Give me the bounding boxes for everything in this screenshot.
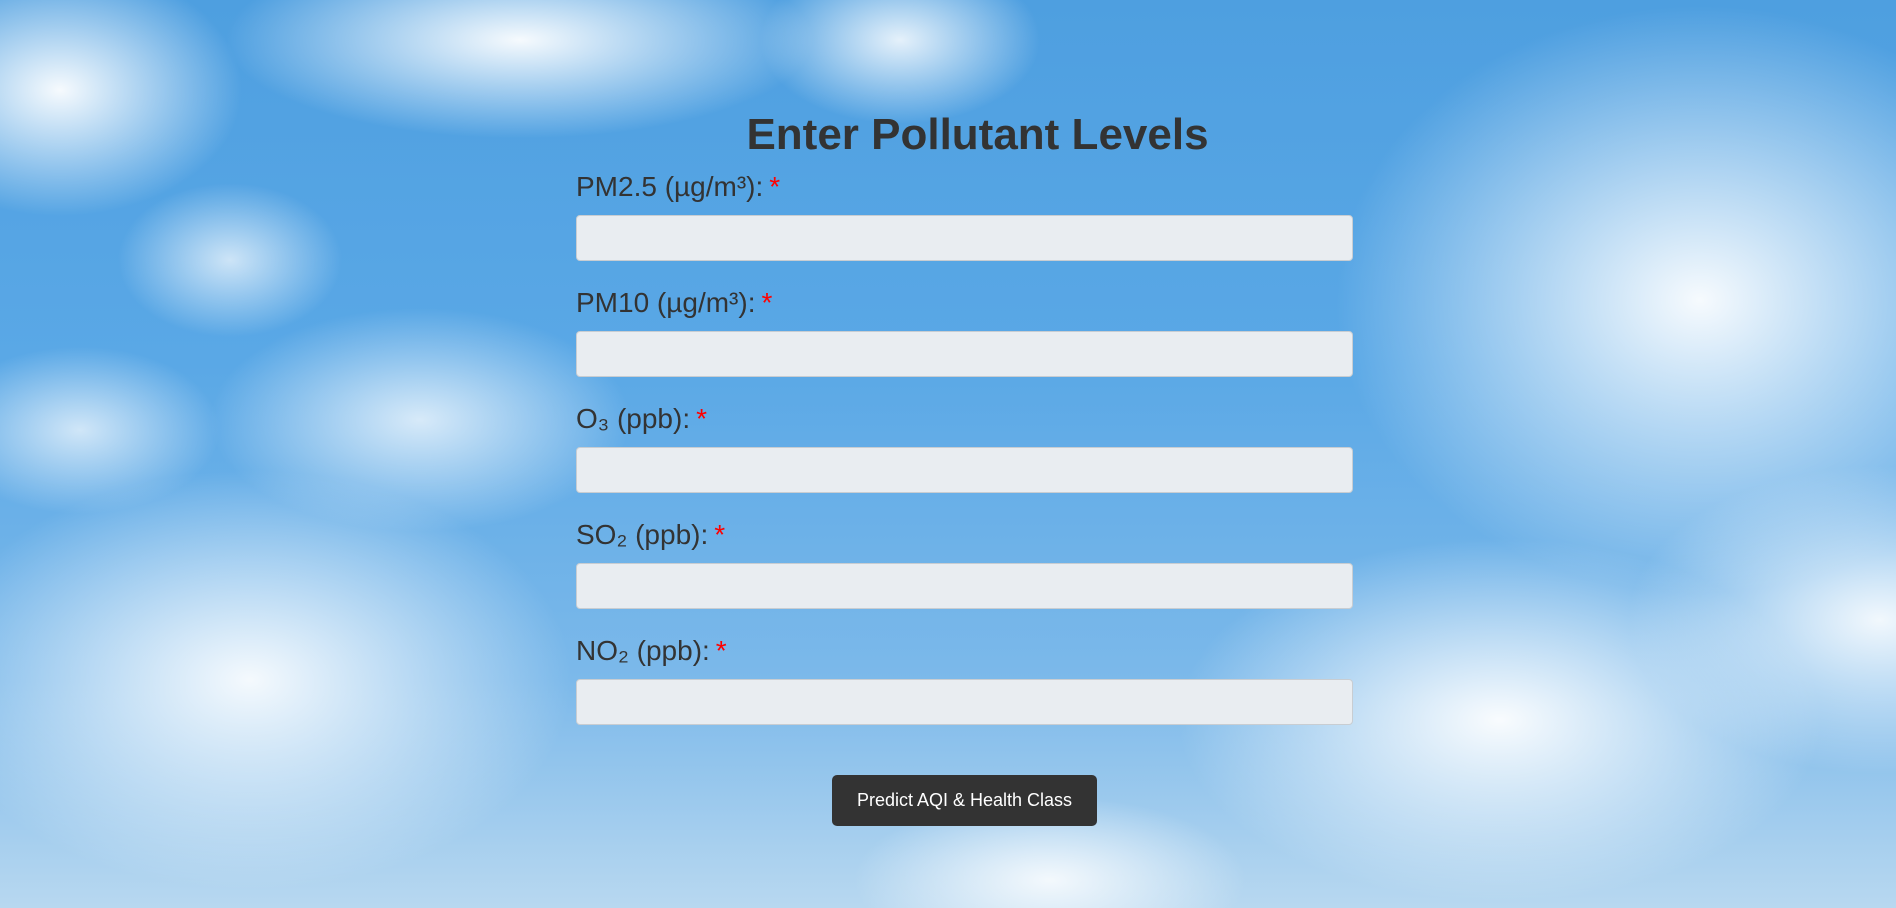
page-title: Enter Pollutant Levels (746, 110, 1209, 159)
no2-label-text: NO₂ (ppb): (576, 635, 710, 666)
required-asterisk: * (715, 635, 727, 666)
required-asterisk: * (696, 403, 708, 434)
pm25-input[interactable] (576, 215, 1353, 261)
pm25-label-text: PM2.5 (µg/m³): (576, 171, 764, 202)
form-fields: PM2.5 (µg/m³): * PM10 (µg/m³): * O₃ (ppb):… (576, 170, 1353, 725)
required-asterisk: * (714, 519, 726, 550)
required-asterisk: * (761, 287, 773, 318)
no2-label: NO₂ (ppb): * (576, 634, 1353, 668)
required-asterisk: * (769, 171, 781, 202)
so2-input[interactable] (576, 563, 1353, 609)
pm25-label: PM2.5 (µg/m³): * (576, 170, 1353, 204)
predict-aqi-button[interactable]: Predict AQI & Health Class (831, 775, 1098, 826)
pm10-input[interactable] (576, 331, 1353, 377)
pm10-label-text: PM10 (µg/m³): (576, 287, 756, 318)
no2-input[interactable] (576, 679, 1353, 725)
o3-label-text: O₃ (ppb): (576, 403, 691, 434)
field-pm25: PM2.5 (µg/m³): * (576, 170, 1353, 261)
pollutant-form: Enter Pollutant Levels PM2.5 (µg/m³): * P… (576, 108, 1353, 826)
so2-label: SO₂ (ppb): * (576, 518, 1353, 552)
o3-label: O₃ (ppb): * (576, 402, 1353, 436)
field-o3: O₃ (ppb): * (576, 402, 1353, 493)
pm10-label: PM10 (µg/m³): * (576, 286, 1353, 320)
submit-row: Predict AQI & Health Class (576, 775, 1353, 826)
field-pm10: PM10 (µg/m³): * (576, 286, 1353, 377)
field-no2: NO₂ (ppb): * (576, 634, 1353, 725)
field-so2: SO₂ (ppb): * (576, 518, 1353, 609)
so2-label-text: SO₂ (ppb): (576, 519, 709, 550)
o3-input[interactable] (576, 447, 1353, 493)
